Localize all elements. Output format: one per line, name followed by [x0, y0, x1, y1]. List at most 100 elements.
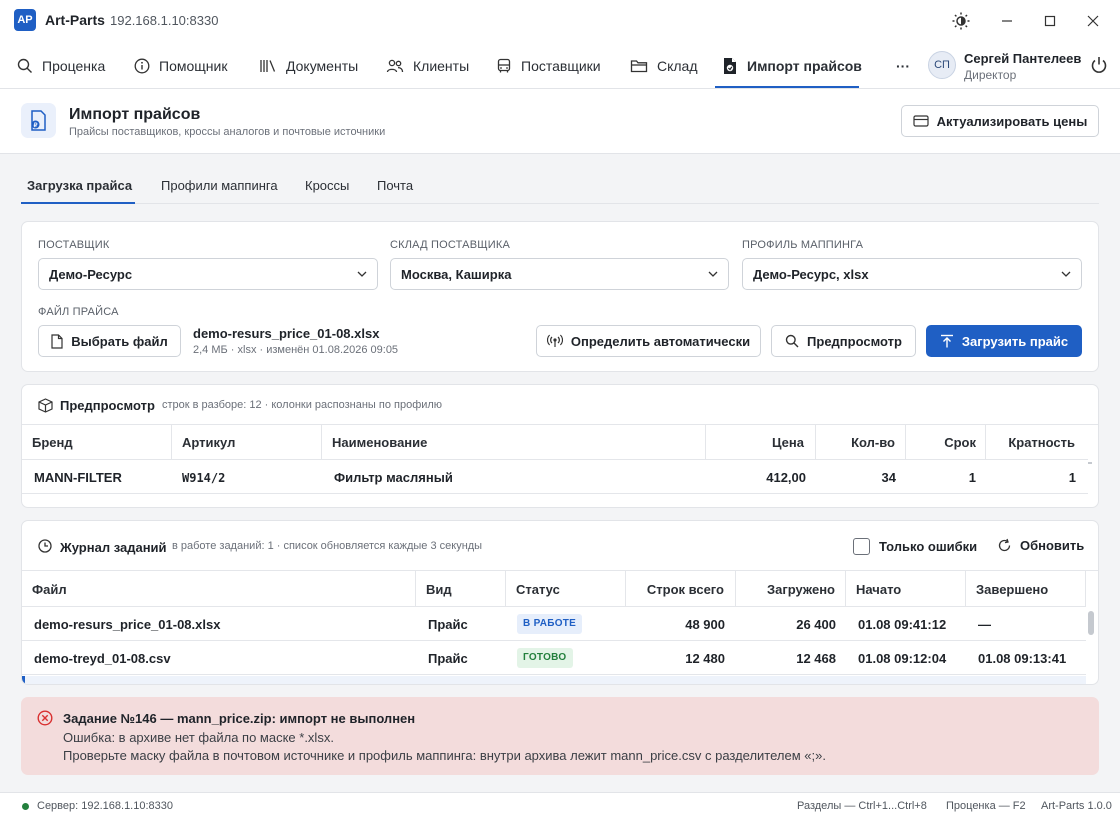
power-icon[interactable] — [1089, 55, 1109, 75]
status-badge — [517, 684, 577, 685]
table-cell-file[interactable]: demo-resurs_price_01-08.xlsx — [34, 617, 220, 632]
tab-crosses[interactable]: Кроссы — [305, 178, 349, 193]
column-header-multiplicity[interactable]: Кратность — [986, 435, 1075, 450]
column-header-name[interactable]: Наименование — [332, 435, 427, 450]
column-header-qty[interactable]: Кол-во — [816, 435, 895, 450]
column-header-file[interactable]: Файл — [32, 582, 67, 597]
nav-item-pricing[interactable]: Проценка — [17, 42, 105, 89]
nav-item-assistant[interactable]: Помощник — [134, 42, 227, 89]
table-cell-kind: Прайс — [428, 617, 468, 632]
app-version: Art-Parts 1.0.0 — [1041, 800, 1112, 812]
documents-icon — [259, 58, 277, 74]
bus-icon — [496, 58, 512, 74]
server-status: Сервер: 192.168.1.10:8330 — [37, 800, 174, 812]
refresh-prices-label: Актуализировать цены — [936, 113, 1088, 129]
nav-item-label: Поставщики — [521, 57, 601, 74]
column-header-price[interactable]: Цена — [706, 435, 804, 450]
supplier-select[interactable]: Демо-Ресурс — [38, 258, 378, 290]
divider — [22, 674, 1086, 675]
tab-upload-price[interactable]: Загрузка прайса — [27, 178, 132, 193]
nav-item-label: Импорт прайсов — [747, 57, 862, 74]
column-header-rows-total[interactable]: Строк всего — [626, 582, 724, 597]
column-header-brand[interactable]: Бренд — [32, 435, 73, 450]
card-icon — [913, 115, 929, 127]
refresh-label: Обновить — [1020, 538, 1085, 553]
server-address: 192.168.1.10:8330 — [110, 13, 219, 28]
table-cell-qty: 34 — [881, 470, 896, 485]
column-header-started[interactable]: Начато — [856, 582, 901, 597]
scrollbar[interactable] — [1088, 462, 1092, 464]
column-header-finished[interactable]: Завершено — [976, 582, 1048, 597]
active-tab-indicator — [715, 86, 859, 88]
only-errors-label[interactable]: Только ошибки — [879, 539, 977, 554]
price-file-label: Файл прайса — [38, 306, 119, 318]
minimize-icon[interactable] — [997, 11, 1017, 31]
table-cell-term: 1 — [968, 470, 976, 485]
selected-file-name: demo-resurs_price_01-08.xlsx — [193, 326, 380, 341]
main-nav: Проценка Помощник Документы Клиенты Пост… — [0, 42, 1120, 89]
selected-row-marker — [22, 676, 25, 684]
preview-button[interactable]: Предпросмотр — [771, 325, 916, 357]
tab-mapping-profiles[interactable]: Профили маппинга — [161, 178, 278, 193]
user-role: Директор — [964, 68, 1017, 82]
supplier-label: Поставщик — [38, 239, 110, 251]
divider — [22, 570, 1098, 571]
nav-item-price-import[interactable]: Импорт прайсов — [722, 42, 862, 89]
close-icon[interactable] — [1083, 11, 1103, 31]
divider — [22, 424, 1098, 425]
divider — [22, 493, 1088, 494]
mapping-profile-select[interactable]: Демо-Ресурс, xlsx — [742, 258, 1082, 290]
svg-text:₽: ₽ — [34, 122, 38, 129]
column-header-loaded[interactable]: Загружено — [736, 582, 835, 597]
clock-icon — [38, 539, 52, 553]
search-icon — [17, 58, 33, 74]
hotkey-pricing: Проценка — F2 — [946, 800, 1026, 812]
table-cell-kind: Прайс — [428, 651, 468, 666]
maximize-icon[interactable] — [1040, 11, 1060, 31]
column-header-kind[interactable]: Вид — [426, 582, 452, 597]
auto-detect-button[interactable]: Определить автоматически — [536, 325, 761, 357]
nav-item-label: Помощник — [159, 57, 228, 74]
col-divider — [505, 571, 506, 606]
table-cell-brand: MANN-FILTER — [34, 470, 122, 485]
mapping-profile-value: Демо-Ресурс, xlsx — [753, 266, 869, 282]
nav-item-label: Клиенты — [413, 57, 470, 74]
more-menu-button[interactable]: ··· — [896, 42, 910, 89]
status-bar: Сервер: 192.168.1.10:8330 Разделы — Ctrl… — [0, 792, 1120, 820]
nav-item-suppliers[interactable]: Поставщики — [496, 42, 601, 89]
table-cell-price: 412,00 — [766, 470, 806, 485]
theme-toggle-icon[interactable] — [951, 11, 971, 31]
choose-file-button[interactable]: Выбрать файл — [38, 325, 181, 357]
preview-title: Предпросмотр — [60, 398, 155, 413]
warehouse-select[interactable]: Москва, Каширка — [390, 258, 729, 290]
active-tab-indicator — [21, 202, 135, 204]
refresh-prices-button[interactable]: Актуализировать цены — [901, 105, 1099, 137]
price-file-icon: ₽ — [21, 103, 56, 138]
col-divider — [1085, 571, 1086, 606]
upload-icon — [940, 334, 954, 348]
error-icon — [37, 710, 53, 726]
column-header-status[interactable]: Статус — [516, 582, 560, 597]
nav-item-warehouse[interactable]: Склад — [630, 42, 698, 89]
page-subtitle: Прайсы поставщиков, кроссы аналогов и по… — [69, 126, 386, 138]
status-badge: ГОТОВО — [517, 648, 573, 668]
error-title: Задание №146 — mann_price.zip: импорт не… — [63, 711, 416, 726]
table-cell-file[interactable]: demo-treyd_01-08.csv — [34, 651, 171, 666]
nav-item-clients[interactable]: Клиенты — [386, 42, 469, 89]
folder-icon — [630, 58, 648, 74]
file-icon — [51, 333, 63, 349]
warehouse-label: Склад поставщика — [390, 239, 511, 251]
nav-item-documents[interactable]: Документы — [259, 42, 358, 89]
tab-mail[interactable]: Почта — [377, 178, 413, 193]
scrollbar-thumb[interactable] — [1088, 611, 1094, 635]
column-header-article[interactable]: Артикул — [182, 435, 235, 450]
col-divider — [171, 425, 172, 459]
refresh-button[interactable]: Обновить — [997, 538, 1084, 553]
only-errors-checkbox[interactable] — [853, 538, 870, 555]
page-title: Импорт прайсов — [69, 106, 201, 123]
upload-price-button[interactable]: Загрузить прайс — [926, 325, 1082, 357]
column-header-term[interactable]: Срок — [906, 435, 976, 450]
chevron-down-icon — [708, 270, 718, 278]
avatar[interactable]: СП — [928, 51, 956, 79]
preview-meta: строк в разборе: 12 · колонки распознаны… — [162, 399, 443, 411]
